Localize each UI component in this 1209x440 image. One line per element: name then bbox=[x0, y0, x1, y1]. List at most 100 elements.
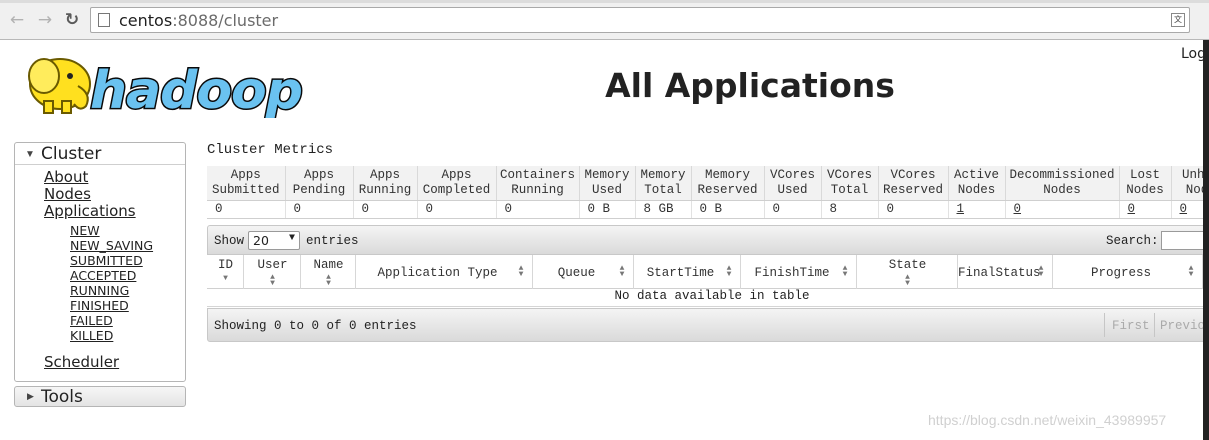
first-page-button[interactable]: First bbox=[1112, 319, 1150, 333]
cluster-metrics-panel: Apps Submitted Apps Pending Apps Running Apps C… bbox=[207, 166, 1203, 222]
table-column-header[interactable]: ID ▼ bbox=[207, 255, 244, 289]
table-column-header[interactable]: FinishTime ▲ ▼ bbox=[741, 255, 857, 289]
metrics-value-cell: 0 bbox=[878, 200, 949, 219]
window-edge bbox=[1203, 40, 1209, 440]
metrics-value-cell: 0 B bbox=[579, 200, 636, 219]
metrics-header-cell: Memory Reserved bbox=[691, 166, 765, 201]
metrics-header-cell: Memory Used bbox=[579, 166, 636, 201]
metrics-header-line: Memory bbox=[640, 167, 686, 182]
back-arrow-icon[interactable]: ← bbox=[8, 11, 26, 29]
column-header-label: StartTime bbox=[646, 266, 715, 280]
sidebar-state-new-saving[interactable]: NEW_SAVING bbox=[70, 238, 153, 253]
sidebar-state-failed[interactable]: FAILED bbox=[70, 313, 113, 328]
metrics-header-line: Unhe bbox=[1181, 167, 1203, 182]
search-input[interactable] bbox=[1161, 231, 1203, 250]
entries-label: entries bbox=[306, 234, 359, 248]
column-header-label: State bbox=[888, 258, 927, 272]
metrics-header-line: Total bbox=[830, 182, 869, 197]
metrics-value-cell[interactable]: 1 bbox=[948, 200, 1006, 219]
metrics-header-cell: Active Nodes bbox=[948, 166, 1006, 201]
metrics-header-cell: Apps Pending bbox=[285, 166, 354, 201]
metrics-header-line: Memory bbox=[704, 167, 750, 182]
column-header-label: FinishTime bbox=[754, 266, 830, 280]
address-bar[interactable]: centos:8088/cluster 文 bbox=[90, 7, 1190, 33]
table-column-header[interactable]: Progress ▲ ▼ bbox=[1053, 255, 1203, 289]
hadoop-logo[interactable]: hadoop bbox=[14, 46, 314, 118]
metrics-header-cell: VCores Reserved bbox=[878, 166, 949, 201]
metrics-header-line: Lost bbox=[1129, 167, 1160, 182]
table-column-header[interactable]: User ▲ ▼ bbox=[244, 255, 301, 289]
metrics-value-cell: 0 bbox=[496, 200, 580, 219]
table-column-header[interactable]: Application Type ▲ ▼ bbox=[356, 255, 533, 289]
metrics-header-line: Nodes bbox=[1043, 182, 1081, 197]
sidebar-item-nodes[interactable]: Nodes bbox=[44, 185, 91, 203]
sidebar-cluster-panel: ▼ Cluster About Nodes Applications NEW N… bbox=[14, 142, 186, 382]
metrics-value-cell: 0 bbox=[285, 200, 354, 219]
column-header-label: ID bbox=[217, 258, 233, 272]
sidebar-state-new[interactable]: NEW bbox=[70, 223, 100, 238]
sidebar-cluster-label: Cluster bbox=[41, 144, 102, 164]
table-column-header[interactable]: Queue ▲ ▼ bbox=[533, 255, 634, 289]
sidebar-state-killed[interactable]: KILLED bbox=[70, 328, 113, 343]
table-column-header[interactable]: Name ▲ ▼ bbox=[301, 255, 356, 289]
reload-icon[interactable]: ↻ bbox=[63, 11, 81, 29]
metrics-header-line: Completed bbox=[422, 182, 491, 197]
metrics-value-cell: 8 GB bbox=[635, 200, 692, 219]
metrics-header-line: Running bbox=[511, 182, 564, 197]
table-column-header[interactable]: State ▲ ▼ bbox=[857, 255, 958, 289]
metrics-header-line: Nodes bbox=[957, 182, 996, 197]
metrics-header-cell: VCores Used bbox=[764, 166, 822, 201]
sidebar-state-submitted[interactable]: SUBMITTED bbox=[70, 253, 143, 268]
triangle-down-icon: ▼ bbox=[25, 149, 35, 160]
metrics-header-cell: Lost Nodes bbox=[1119, 166, 1172, 201]
sidebar-state-running[interactable]: RUNNING bbox=[70, 283, 129, 298]
metrics-header-cell: Apps Completed bbox=[417, 166, 497, 201]
sort-both-icon: ▲ ▼ bbox=[619, 264, 625, 279]
sidebar-item-applications[interactable]: Applications bbox=[44, 202, 136, 220]
show-label: Show bbox=[214, 234, 245, 248]
metrics-header-cell: Apps Running bbox=[353, 166, 418, 201]
sidebar-tools-label: Tools bbox=[41, 387, 83, 407]
sort-both-icon: ▲ ▼ bbox=[518, 264, 524, 279]
sidebar-cluster-header[interactable]: ▼ Cluster bbox=[15, 143, 185, 165]
sort-both-icon: ▲ ▼ bbox=[1188, 264, 1194, 279]
metrics-header-line: Total bbox=[644, 182, 682, 197]
metrics-value-cell[interactable]: 0 bbox=[1119, 200, 1172, 219]
column-header-label: Name bbox=[313, 258, 344, 272]
metrics-header-line: VCores bbox=[769, 167, 815, 182]
sort-both-icon: ▲ ▼ bbox=[842, 264, 848, 279]
sidebar-item-scheduler[interactable]: Scheduler bbox=[44, 353, 119, 371]
empty-table-message: No data available in table bbox=[207, 289, 1203, 307]
sort-both-icon: ▲ ▼ bbox=[270, 273, 275, 288]
metrics-header-cell: Memory Total bbox=[635, 166, 692, 201]
sidebar-state-accepted[interactable]: ACCEPTED bbox=[70, 268, 136, 283]
sidebar-state-finished[interactable]: FINISHED bbox=[70, 298, 129, 313]
column-header-label: Queue bbox=[557, 266, 596, 280]
metrics-header-line: Apps bbox=[230, 167, 261, 182]
url-text[interactable]: centos:8088/cluster bbox=[119, 11, 278, 30]
forward-arrow-icon[interactable]: → bbox=[36, 11, 54, 29]
metrics-header-line: Nod bbox=[1185, 182, 1203, 197]
table-column-header[interactable]: StartTime ▲ ▼ bbox=[634, 255, 741, 289]
entries-per-page-value: 20 bbox=[253, 233, 269, 248]
metrics-header-line: Reserved bbox=[697, 182, 758, 197]
metrics-header-line: Used bbox=[591, 182, 622, 197]
cluster-metrics-table: Apps Submitted Apps Pending Apps Running Apps C… bbox=[207, 166, 1203, 219]
metrics-value-cell[interactable]: 0 bbox=[1171, 200, 1203, 219]
column-header-label: Progress bbox=[1090, 266, 1151, 280]
entries-per-page-select[interactable]: 20 ▼ bbox=[248, 231, 300, 250]
search-label: Search: bbox=[1106, 234, 1159, 248]
metrics-value-cell: 8 bbox=[821, 200, 879, 219]
sort-both-icon: ▲ ▼ bbox=[905, 273, 910, 288]
translate-icon[interactable]: 文 bbox=[1171, 13, 1185, 27]
metrics-header-line: Containers bbox=[499, 167, 575, 182]
table-column-header[interactable]: FinalStatus ▲ ▼ bbox=[958, 255, 1053, 289]
previous-page-button[interactable]: Previo bbox=[1160, 319, 1203, 333]
metrics-header-line: Decommissioned bbox=[1009, 167, 1115, 182]
sidebar-item-about[interactable]: About bbox=[44, 168, 88, 186]
metrics-header-cell: VCores Total bbox=[821, 166, 879, 201]
table-info: Showing 0 to 0 of 0 entries bbox=[214, 319, 417, 333]
sidebar-tools-header[interactable]: ▶ Tools bbox=[14, 386, 186, 407]
table-header-row: ID ▼ User ▲ ▼ Name ▲ ▼ Application Type ▲ ▼ Queue ▲ ▼… bbox=[207, 255, 1203, 289]
metrics-value-cell[interactable]: 0 bbox=[1005, 200, 1120, 219]
